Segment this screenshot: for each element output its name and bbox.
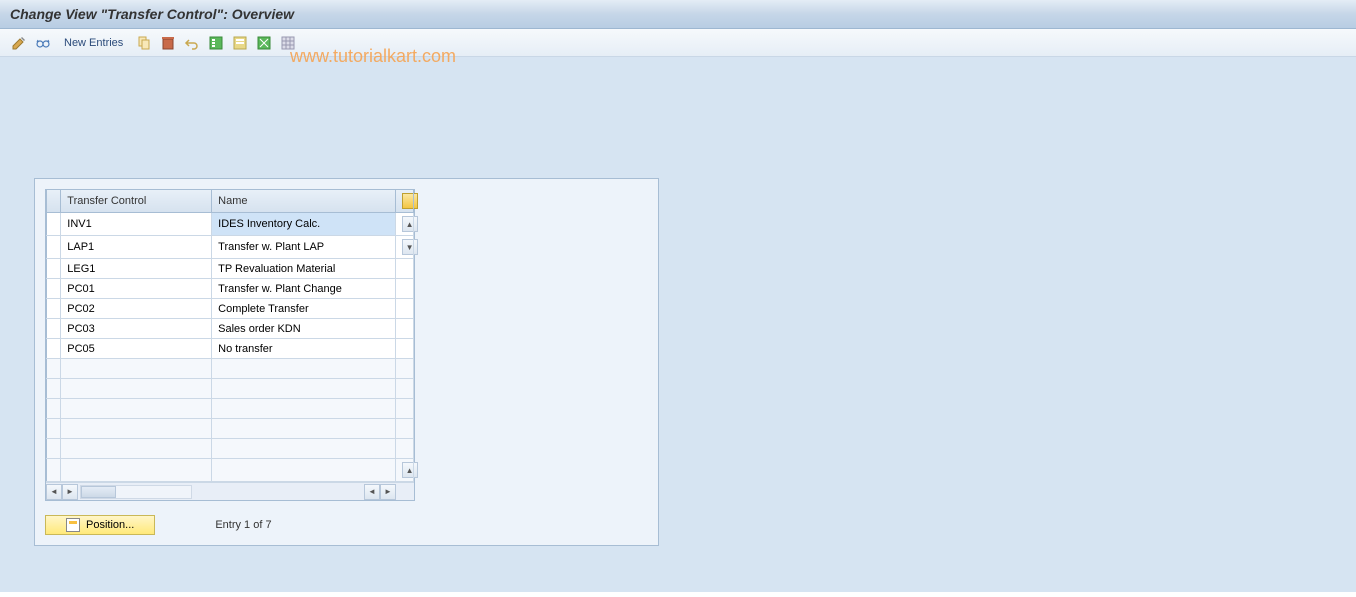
row-handle[interactable]	[47, 299, 61, 319]
position-button[interactable]: Position...	[45, 515, 155, 535]
glasses-icon[interactable]	[34, 34, 52, 52]
table-configure-icon[interactable]	[395, 190, 413, 213]
cell-transfer-control[interactable]: LEG1	[61, 259, 212, 279]
column-header-name[interactable]: Name	[212, 190, 396, 213]
cell-transfer-control[interactable]: INV1	[61, 213, 212, 236]
vertical-scroll-cell	[395, 399, 413, 419]
table-settings-icon[interactable]	[279, 34, 297, 52]
vertical-scroll-cell	[395, 379, 413, 399]
scroll-up-icon[interactable]: ▲	[402, 216, 418, 232]
panel-footer: Position... Entry 1 of 7	[45, 515, 648, 535]
row-handle[interactable]	[47, 213, 61, 236]
delete-icon[interactable]	[159, 34, 177, 52]
scroll-track[interactable]	[80, 485, 192, 499]
vertical-scroll-cell	[395, 259, 413, 279]
row-handle[interactable]	[47, 359, 61, 379]
select-all-handle[interactable]	[47, 190, 61, 213]
undo-icon[interactable]	[183, 34, 201, 52]
select-all-icon[interactable]	[207, 34, 225, 52]
cell-transfer-control[interactable]	[61, 419, 212, 439]
new-entries-button[interactable]: New Entries	[58, 37, 129, 49]
entry-counter: Entry 1 of 7	[215, 519, 271, 531]
row-handle[interactable]	[47, 319, 61, 339]
cell-name[interactable]: Sales order KDN	[212, 319, 396, 339]
scroll-down-step-icon[interactable]: ▼	[402, 239, 418, 255]
copy-icon[interactable]	[135, 34, 153, 52]
cell-transfer-control[interactable]: PC02	[61, 299, 212, 319]
main-content-area: Transfer Control Name INV1IDES Inventory…	[0, 57, 1356, 592]
row-handle[interactable]	[47, 259, 61, 279]
row-handle[interactable]	[47, 379, 61, 399]
row-handle[interactable]	[47, 459, 61, 482]
select-block-icon[interactable]	[231, 34, 249, 52]
scroll-right2-icon[interactable]: ►	[380, 484, 396, 500]
vertical-scroll-cell	[395, 299, 413, 319]
vertical-scroll-cell[interactable]: ▲	[395, 213, 413, 236]
cell-transfer-control[interactable]: PC03	[61, 319, 212, 339]
vertical-scroll-cell	[395, 439, 413, 459]
cell-transfer-control[interactable]: LAP1	[61, 236, 212, 259]
vertical-scroll-cell[interactable]: ▼	[395, 236, 413, 259]
vertical-scroll-cell	[395, 319, 413, 339]
cell-name[interactable]	[212, 379, 396, 399]
cell-name[interactable]	[212, 419, 396, 439]
cell-name[interactable]	[212, 399, 396, 419]
window-title: Change View "Transfer Control": Overview	[0, 0, 1356, 29]
change-display-icon[interactable]	[10, 34, 28, 52]
cell-name[interactable]	[212, 459, 396, 482]
vertical-scroll-cell	[395, 419, 413, 439]
scroll-left2-icon[interactable]: ◄	[364, 484, 380, 500]
cell-name[interactable]: TP Revaluation Material	[212, 259, 396, 279]
table-panel: Transfer Control Name INV1IDES Inventory…	[34, 178, 659, 546]
cell-transfer-control[interactable]	[61, 459, 212, 482]
row-handle[interactable]	[47, 399, 61, 419]
vertical-scroll-cell	[395, 279, 413, 299]
row-handle[interactable]	[47, 439, 61, 459]
cell-name[interactable]: Complete Transfer	[212, 299, 396, 319]
vertical-scroll-cell[interactable]: ▲	[395, 459, 413, 482]
cell-transfer-control[interactable]	[61, 399, 212, 419]
cell-name[interactable]	[212, 439, 396, 459]
window-title-text: Change View "Transfer Control": Overview	[10, 6, 294, 22]
scroll-up-end-icon[interactable]: ▲	[402, 462, 418, 478]
vertical-scroll-cell	[395, 339, 413, 359]
scroll-left-icon[interactable]: ◄	[46, 484, 62, 500]
cell-name[interactable]	[212, 359, 396, 379]
position-icon	[66, 518, 80, 532]
cell-transfer-control[interactable]	[61, 359, 212, 379]
scroll-right-icon[interactable]: ►	[62, 484, 78, 500]
toolbar: New Entries	[0, 29, 1356, 57]
transfer-control-table: Transfer Control Name INV1IDES Inventory…	[45, 189, 415, 501]
row-handle[interactable]	[47, 236, 61, 259]
column-header-transfer-control[interactable]: Transfer Control	[61, 190, 212, 213]
vertical-scroll-cell	[395, 359, 413, 379]
position-label: Position...	[86, 519, 134, 531]
cell-name[interactable]: Transfer w. Plant Change	[212, 279, 396, 299]
cell-transfer-control[interactable]	[61, 379, 212, 399]
row-handle[interactable]	[47, 279, 61, 299]
cell-name[interactable]: No transfer	[212, 339, 396, 359]
scroll-thumb[interactable]	[81, 486, 116, 498]
cell-transfer-control[interactable]: PC05	[61, 339, 212, 359]
cell-name[interactable]: Transfer w. Plant LAP	[212, 236, 396, 259]
cell-name[interactable]: IDES Inventory Calc.	[212, 213, 396, 236]
cell-transfer-control[interactable]	[61, 439, 212, 459]
horizontal-scrollbar[interactable]: ◄ ► ◄ ►	[46, 482, 414, 500]
row-handle[interactable]	[47, 339, 61, 359]
deselect-all-icon[interactable]	[255, 34, 273, 52]
row-handle[interactable]	[47, 419, 61, 439]
cell-transfer-control[interactable]: PC01	[61, 279, 212, 299]
